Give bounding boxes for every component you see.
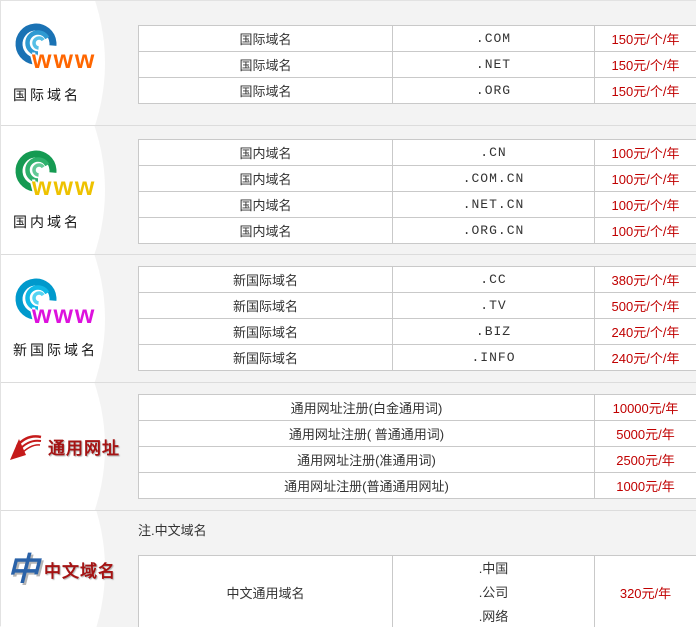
extension-cell: .CN bbox=[393, 140, 595, 166]
www-swirl-logo-green: www bbox=[13, 149, 125, 207]
extension-cell: .ORG.CN bbox=[393, 218, 595, 244]
table-row: 国际域名 .ORG 150元/个/年 bbox=[139, 78, 696, 104]
table-row: 国内域名 .ORG.CN 100元/个/年 bbox=[139, 218, 696, 244]
table-row: 通用网址注册(准通用词) 2500元/年 bbox=[139, 447, 696, 473]
generic-web-address-price-table: 通用网址注册(白金通用词) 10000元/年 通用网址注册( 普通通用词) 50… bbox=[138, 394, 696, 499]
extension-cell: .COM bbox=[393, 26, 595, 52]
intl-domain-price-table: 国际域名 .COM 150元/个/年 国际域名 .NET 150元/个/年 国际… bbox=[138, 25, 696, 104]
table-row: 新国际域名 .BIZ 240元/个/年 bbox=[139, 319, 696, 345]
red-arrow-flag-icon bbox=[7, 430, 43, 464]
price-cell: 240元/个/年 bbox=[595, 319, 696, 345]
price-cell: 150元/个/年 bbox=[595, 26, 696, 52]
logo-column: 中 中文域名 bbox=[1, 511, 138, 627]
category-cell: 国内域名 bbox=[139, 166, 393, 192]
section-domestic-domains: www 国内域名 国内域名 .CN 100元/个/年 国内域名 .COM.CN … bbox=[1, 125, 696, 254]
service-cell: 通用网址注册(准通用词) bbox=[139, 447, 595, 473]
price-cell: 100元/个/年 bbox=[595, 218, 696, 244]
price-cell: 5000元/年 bbox=[595, 421, 696, 447]
chinese-domain-note: 注.中文域名 bbox=[138, 520, 696, 539]
extension-cell: .ORG bbox=[393, 78, 595, 104]
section-title: 国内域名 bbox=[13, 212, 138, 232]
logo-column: 通用网址 bbox=[1, 383, 138, 510]
section-international-domains: www 国际域名 国际域名 .COM 150元/个/年 国际域名 .NET 15… bbox=[1, 1, 696, 125]
table-row: 通用网址注册(普通通用网址) 1000元/年 bbox=[139, 473, 696, 499]
extension-cell: .CC bbox=[393, 267, 595, 293]
new-intl-domain-price-table: 新国际域名 .CC 380元/个/年 新国际域名 .TV 500元/个/年 新国… bbox=[138, 266, 696, 371]
category-cell: 新国际域名 bbox=[139, 345, 393, 371]
extension-cell: .NET bbox=[393, 52, 595, 78]
table-row: 新国际域名 .INFO 240元/个/年 bbox=[139, 345, 696, 371]
price-cell: 500元/个/年 bbox=[595, 293, 696, 319]
zhong-character-icon: 中 bbox=[7, 553, 39, 585]
chinese-domain-price-table: 中文通用域名 .中国 .公司 .网络 320元/年 bbox=[138, 555, 696, 627]
extension-line: .网络 bbox=[393, 605, 594, 627]
price-cell: 100元/个/年 bbox=[595, 140, 696, 166]
price-cell: 100元/个/年 bbox=[595, 166, 696, 192]
extension-line: .中国 bbox=[393, 557, 594, 581]
www-logo-text: www bbox=[32, 303, 96, 328]
category-cell: 新国际域名 bbox=[139, 293, 393, 319]
price-cell: 1000元/年 bbox=[595, 473, 696, 499]
category-cell: 国际域名 bbox=[139, 26, 393, 52]
logo-column: www 新国际域名 bbox=[1, 255, 138, 382]
table-row: 国内域名 .NET.CN 100元/个/年 bbox=[139, 192, 696, 218]
category-cell: 新国际域名 bbox=[139, 267, 393, 293]
extension-cell: .BIZ bbox=[393, 319, 595, 345]
extension-cell: .INFO bbox=[393, 345, 595, 371]
service-cell: 通用网址注册(白金通用词) bbox=[139, 395, 595, 421]
service-cell: 通用网址注册( 普通通用词) bbox=[139, 421, 595, 447]
extensions-cell: .中国 .公司 .网络 bbox=[393, 556, 595, 627]
www-logo-text: www bbox=[32, 175, 96, 200]
category-cell: 国际域名 bbox=[139, 52, 393, 78]
domain-pricing-page: www 国际域名 国际域名 .COM 150元/个/年 国际域名 .NET 15… bbox=[0, 0, 696, 626]
extension-line: .公司 bbox=[393, 581, 594, 605]
price-cell: 100元/个/年 bbox=[595, 192, 696, 218]
www-swirl-logo-cyan: www bbox=[13, 277, 125, 335]
table-row: 国内域名 .CN 100元/个/年 bbox=[139, 140, 696, 166]
table-row: 中文通用域名 .中国 .公司 .网络 320元/年 bbox=[139, 556, 696, 627]
price-cell: 10000元/年 bbox=[595, 395, 696, 421]
table-row: 通用网址注册( 普通通用词) 5000元/年 bbox=[139, 421, 696, 447]
price-cell: 150元/个/年 bbox=[595, 52, 696, 78]
category-cell: 国内域名 bbox=[139, 192, 393, 218]
extension-cell: .COM.CN bbox=[393, 166, 595, 192]
section-chinese-domains: 中 中文域名 注.中文域名 中文通用域名 .中国 .公司 .网络 320元/年 bbox=[1, 510, 696, 627]
table-row: 国际域名 .NET 150元/个/年 bbox=[139, 52, 696, 78]
price-cell: 380元/个/年 bbox=[595, 267, 696, 293]
section-title: 通用网址 bbox=[48, 434, 120, 459]
service-cell: 通用网址注册(普通通用网址) bbox=[139, 473, 595, 499]
category-cell: 新国际域名 bbox=[139, 319, 393, 345]
logo-column: www 国内域名 bbox=[1, 126, 138, 254]
category-cell: 国内域名 bbox=[139, 218, 393, 244]
www-swirl-logo-blue: www bbox=[13, 22, 125, 80]
table-row: 国内域名 .COM.CN 100元/个/年 bbox=[139, 166, 696, 192]
table-row: 新国际域名 .CC 380元/个/年 bbox=[139, 267, 696, 293]
category-cell: 中文通用域名 bbox=[139, 556, 393, 627]
category-cell: 国内域名 bbox=[139, 140, 393, 166]
section-new-international-domains: www 新国际域名 新国际域名 .CC 380元/个/年 新国际域名 .TV 5… bbox=[1, 254, 696, 382]
price-cell: 320元/年 bbox=[595, 556, 696, 627]
table-row: 通用网址注册(白金通用词) 10000元/年 bbox=[139, 395, 696, 421]
extension-cell: .NET.CN bbox=[393, 192, 595, 218]
www-logo-text: www bbox=[32, 48, 96, 73]
price-cell: 2500元/年 bbox=[595, 447, 696, 473]
category-cell: 国际域名 bbox=[139, 78, 393, 104]
logo-column: www 国际域名 bbox=[1, 1, 138, 125]
table-row: 国际域名 .COM 150元/个/年 bbox=[139, 26, 696, 52]
price-cell: 240元/个/年 bbox=[595, 345, 696, 371]
price-cell: 150元/个/年 bbox=[595, 78, 696, 104]
extension-cell: .TV bbox=[393, 293, 595, 319]
table-row: 新国际域名 .TV 500元/个/年 bbox=[139, 293, 696, 319]
section-generic-web-address: 通用网址 通用网址注册(白金通用词) 10000元/年 通用网址注册( 普通通用… bbox=[1, 382, 696, 510]
section-title: 新国际域名 bbox=[13, 340, 138, 360]
domestic-domain-price-table: 国内域名 .CN 100元/个/年 国内域名 .COM.CN 100元/个/年 … bbox=[138, 139, 696, 244]
section-title: 国际域名 bbox=[13, 85, 138, 105]
section-title: 中文域名 bbox=[44, 557, 116, 582]
